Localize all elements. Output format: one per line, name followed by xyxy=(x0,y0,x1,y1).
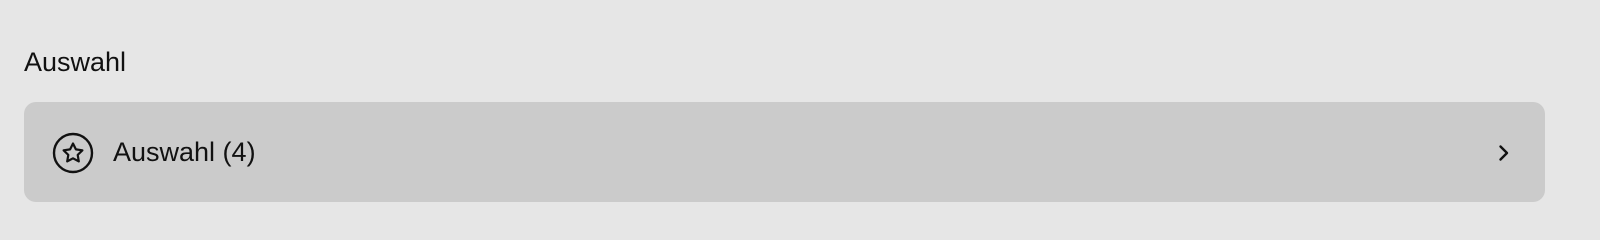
star-circle-icon xyxy=(52,132,94,174)
selection-row[interactable]: Auswahl (4) xyxy=(24,102,1545,202)
selection-row-label: Auswahl (4) xyxy=(113,137,256,167)
chevron-right-icon xyxy=(1497,143,1511,163)
section-title: Auswahl xyxy=(24,47,127,77)
